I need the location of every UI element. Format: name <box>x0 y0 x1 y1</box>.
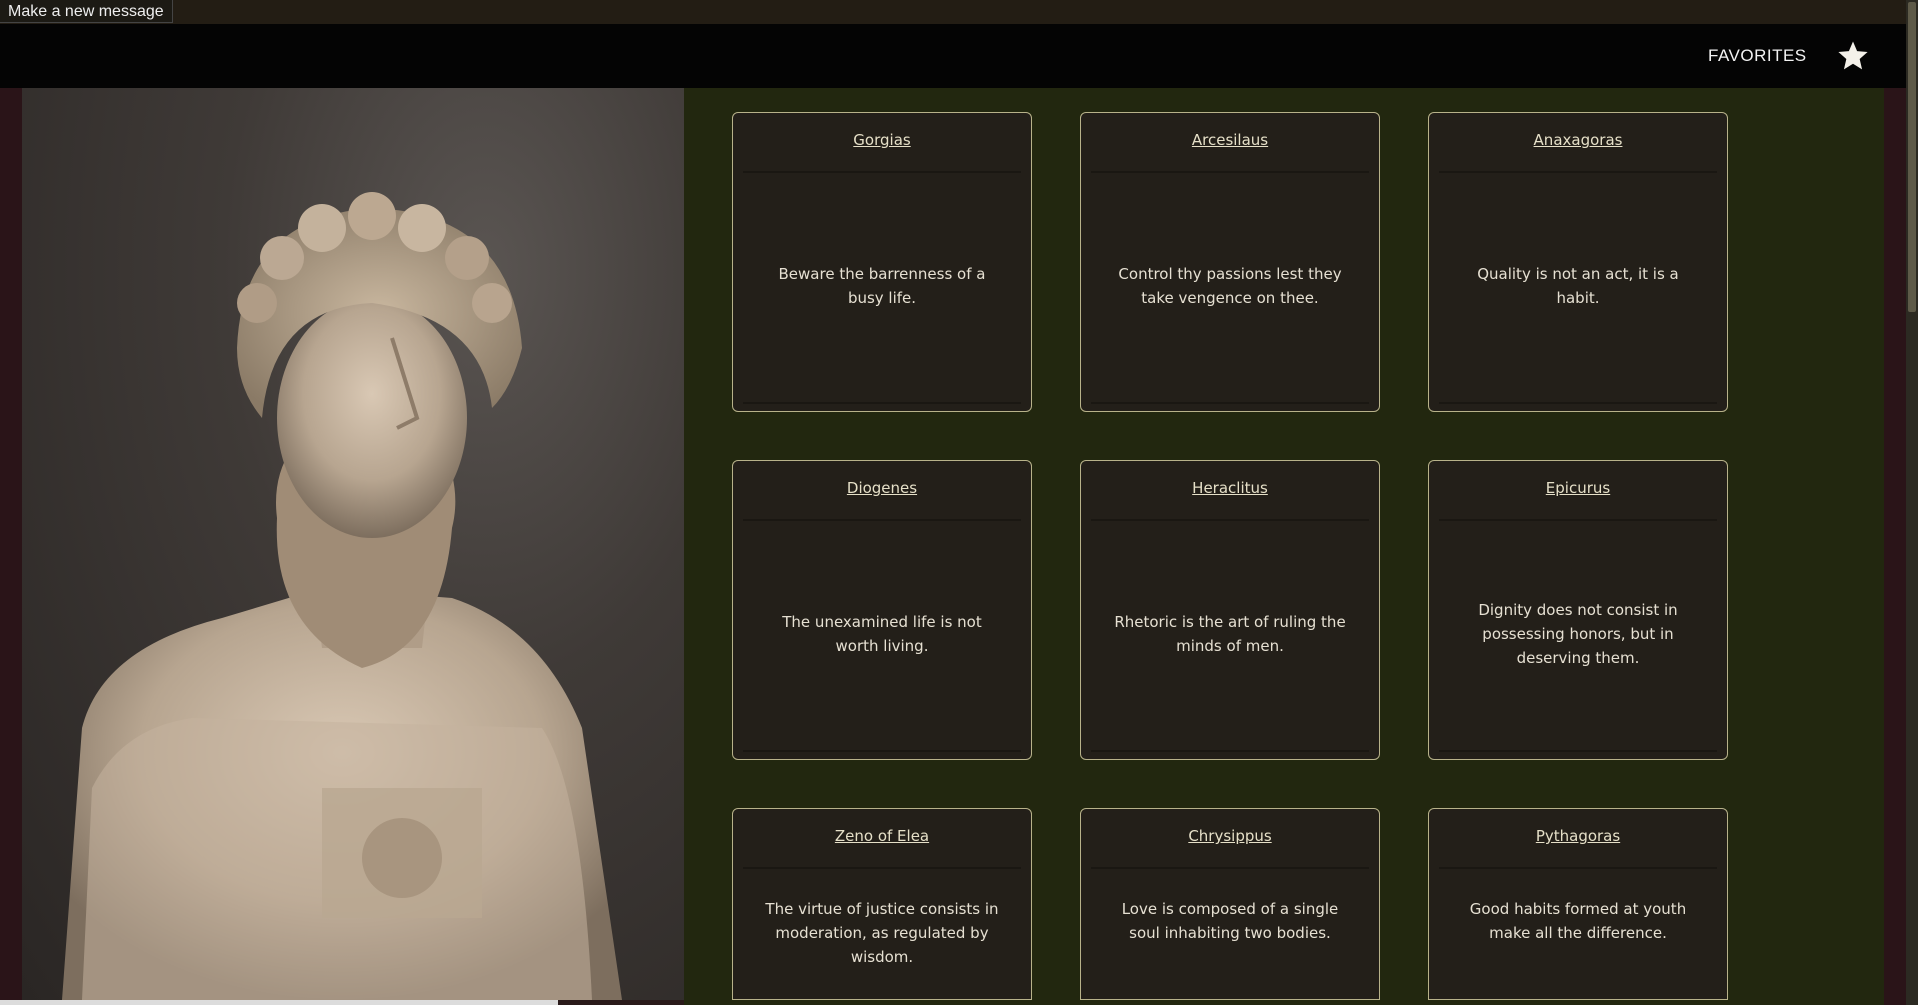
scrollbar-thumb[interactable] <box>1908 2 1916 312</box>
quote-text: Love is composed of a single soul inhabi… <box>1121 900 1339 942</box>
quote-card: Pythagoras Good habits formed at youth m… <box>1428 808 1728 1000</box>
author-link[interactable]: Zeno of Elea <box>835 827 929 845</box>
quote-text: The unexamined life is not worth living. <box>782 613 982 655</box>
quote-card: Epicurus Dignity does not consist in pos… <box>1428 460 1728 760</box>
author-link[interactable]: Chrysippus <box>1188 827 1271 845</box>
right-edge <box>1884 88 1906 1005</box>
author-link[interactable]: Heraclitus <box>1192 479 1268 497</box>
quote-card: Gorgias Beware the barrenness of a busy … <box>732 112 1032 412</box>
navbar: FAVORITES <box>0 24 1906 88</box>
quote-text: Rhetoric is the art of ruling the minds … <box>1114 613 1346 655</box>
quote-text: Beware the barrenness of a busy life. <box>778 265 986 307</box>
quote-card: Chrysippus Love is composed of a single … <box>1080 808 1380 1000</box>
quote-text: Good habits formed at youth make all the… <box>1469 900 1687 942</box>
favorites-link[interactable]: FAVORITES <box>1708 24 1807 88</box>
quote-card: Arcesilaus Control thy passions lest the… <box>1080 112 1380 412</box>
quote-card: Diogenes The unexamined life is not wort… <box>732 460 1032 760</box>
top-bar: Make a new message <box>0 0 1918 24</box>
author-link[interactable]: Diogenes <box>847 479 917 497</box>
quote-text: Quality is not an act, it is a habit. <box>1477 265 1679 307</box>
author-link[interactable]: Anaxagoras <box>1534 131 1623 149</box>
bottom-strip <box>0 1000 558 1005</box>
bust-image <box>22 88 684 1000</box>
quote-text: Control thy passions lest they take veng… <box>1118 265 1342 307</box>
author-link[interactable]: Pythagoras <box>1536 827 1620 845</box>
new-message-button[interactable]: Make a new message <box>0 0 173 23</box>
bust-illustration <box>62 192 622 1000</box>
author-link[interactable]: Epicurus <box>1546 479 1610 497</box>
quote-text: Dignity does not consist in possessing h… <box>1478 601 1678 667</box>
left-edge <box>0 88 22 1005</box>
author-link[interactable]: Arcesilaus <box>1192 131 1268 149</box>
author-link[interactable]: Gorgias <box>853 131 910 149</box>
quote-card: Zeno of Elea The virtue of justice consi… <box>732 808 1032 1000</box>
quote-card: Anaxagoras Quality is not an act, it is … <box>1428 112 1728 412</box>
quote-text: The virtue of justice consists in modera… <box>765 900 999 966</box>
quote-card: Heraclitus Rhetoric is the art of ruling… <box>1080 460 1380 760</box>
star-icon[interactable] <box>1836 39 1870 73</box>
